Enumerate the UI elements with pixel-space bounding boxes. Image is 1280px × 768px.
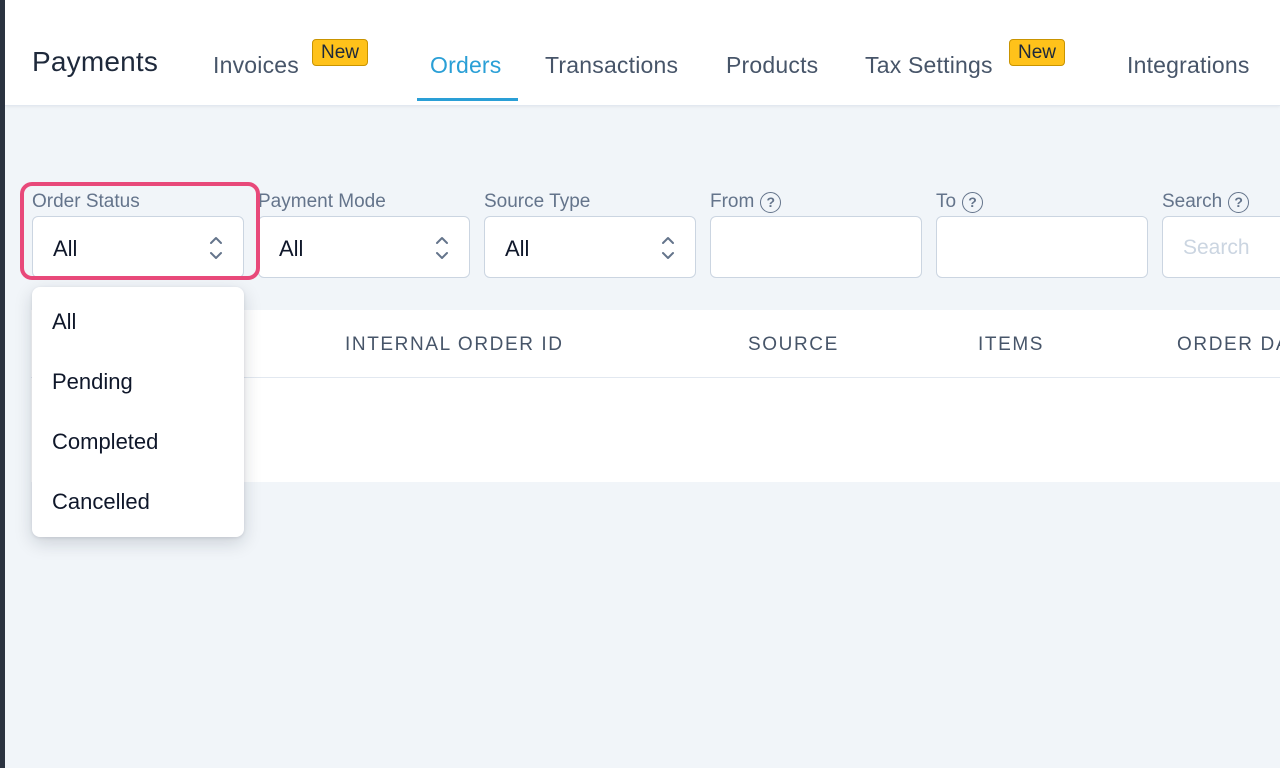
option-all[interactable]: All <box>52 309 76 335</box>
payment-mode-select[interactable]: All <box>258 216 470 278</box>
to-label: To ? <box>936 191 984 213</box>
tab-transactions[interactable]: Transactions <box>545 52 678 79</box>
help-icon[interactable]: ? <box>1228 191 1250 213</box>
source-type-value: All <box>505 236 530 261</box>
tab-products[interactable]: Products <box>726 52 818 79</box>
tab-tax-settings[interactable]: Tax Settings <box>865 52 993 79</box>
order-status-label: Order Status <box>32 191 140 212</box>
help-icon[interactable]: ? <box>760 191 782 213</box>
chevron-up-down-icon <box>662 237 674 259</box>
order-status-dropdown-menu: All Pending Completed Cancelled <box>32 287 244 537</box>
new-badge-tax-settings: New <box>1009 39 1066 66</box>
order-status-select[interactable]: All <box>32 216 244 278</box>
active-tab-indicator <box>417 98 518 101</box>
help-icon[interactable]: ? <box>962 191 984 213</box>
search-placeholder: Search <box>1183 236 1250 259</box>
column-items[interactable]: ITEMS <box>978 334 1044 356</box>
column-order-date[interactable]: ORDER DA <box>1177 334 1280 356</box>
source-type-select[interactable]: All <box>484 216 696 278</box>
option-completed[interactable]: Completed <box>52 429 158 455</box>
source-type-label: Source Type <box>484 191 591 212</box>
column-internal-order-id[interactable]: INTERNAL ORDER ID <box>345 334 564 356</box>
from-date-input[interactable] <box>710 216 922 278</box>
payment-mode-label: Payment Mode <box>258 191 386 212</box>
from-label: From ? <box>710 191 782 213</box>
column-source[interactable]: SOURCE <box>748 334 839 356</box>
app-title: Payments <box>32 46 159 77</box>
chevron-up-down-icon <box>436 237 448 259</box>
tab-invoices[interactable]: Invoices <box>213 52 299 79</box>
payment-mode-value: All <box>279 236 304 261</box>
to-date-input[interactable] <box>936 216 1148 278</box>
top-navigation: Payments Invoices New Orders Transaction… <box>5 0 1280 106</box>
tab-orders[interactable]: Orders <box>430 52 502 79</box>
new-badge-invoices: New <box>312 39 369 66</box>
app-frame: Payments Invoices New Orders Transaction… <box>5 0 1280 768</box>
search-input[interactable]: Search <box>1162 216 1280 278</box>
search-label: Search ? <box>1162 191 1250 213</box>
option-cancelled[interactable]: Cancelled <box>52 489 150 515</box>
chevron-up-down-icon <box>210 237 222 259</box>
tab-integrations[interactable]: Integrations <box>1127 52 1250 79</box>
order-status-value: All <box>53 236 78 261</box>
option-pending[interactable]: Pending <box>52 369 133 395</box>
